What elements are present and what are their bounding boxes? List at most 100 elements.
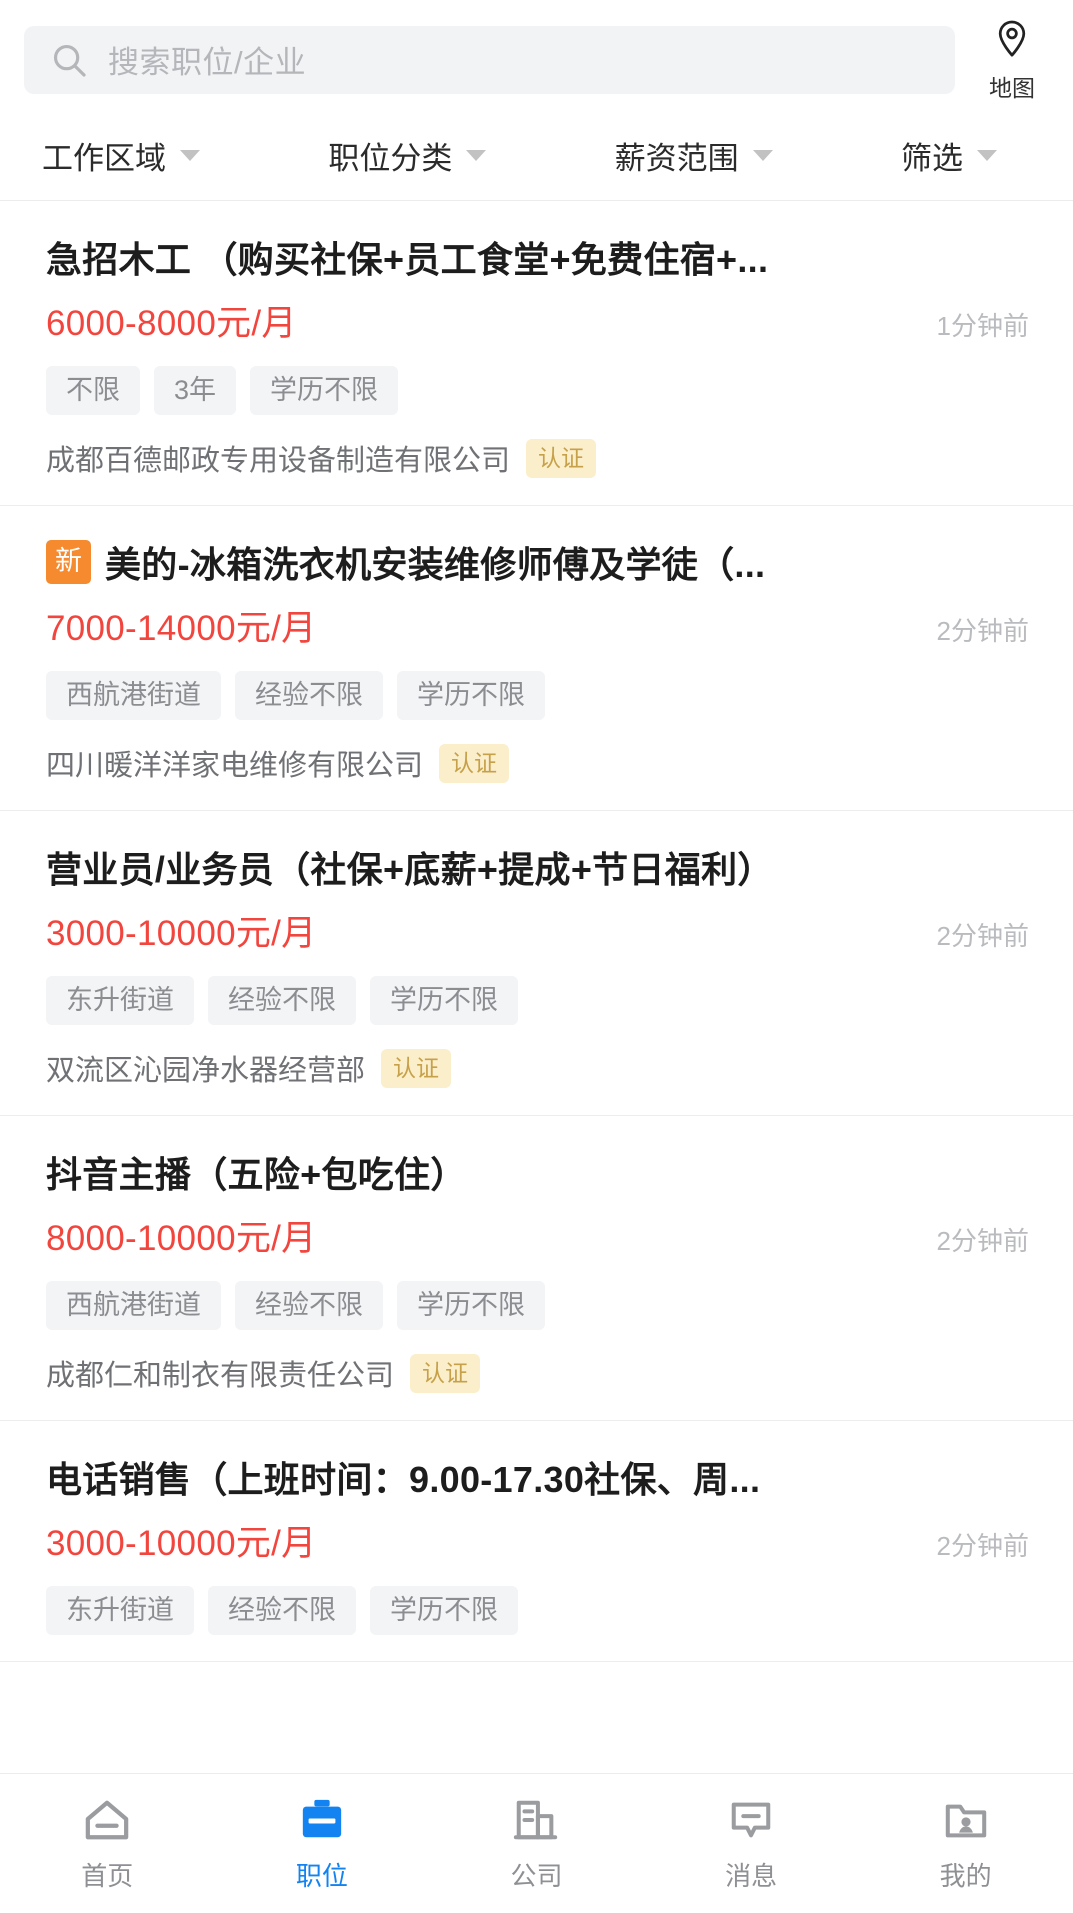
- company-row[interactable]: 双流区沁园净水器经营部 认证: [46, 1047, 1029, 1089]
- company-name: 成都仁和制衣有限责任公司: [46, 1360, 395, 1392]
- job-tag: 经验不限: [235, 671, 383, 720]
- job-title-row: 急招木工 （购买社保+员工食堂+免费住宿+...: [46, 231, 1029, 283]
- nav-label: 职位: [295, 1861, 348, 1891]
- nav-label: 公司: [510, 1861, 563, 1891]
- job-tags: 东升街道 经验不限 学历不限: [46, 976, 1029, 1025]
- nav-item-jobs[interactable]: 职位: [215, 1794, 430, 1893]
- job-title-row: 新 美的-冰箱洗衣机安装维修师傅及学徒（...: [46, 536, 1029, 588]
- map-pin-icon: [992, 18, 1032, 65]
- job-tag: 学历不限: [250, 366, 399, 415]
- filter-work-area[interactable]: 工作区域: [42, 133, 328, 178]
- company-name: 双流区沁园净水器经营部: [46, 1055, 366, 1087]
- company-row[interactable]: 成都百德邮政专用设备制造有限公司 认证: [46, 437, 1029, 479]
- job-tag: 学历不限: [370, 1586, 518, 1635]
- job-card[interactable]: 电话销售（上班时间：9.00-17.30社保、周... 3000-10000元/…: [0, 1421, 1073, 1662]
- chevron-down-icon: [180, 150, 200, 161]
- job-tag: 学历不限: [370, 976, 518, 1025]
- job-card[interactable]: 营业员/业务员（社保+底薪+提成+节日福利） 3000-10000元/月 2分钟…: [0, 811, 1073, 1116]
- job-tags: 不限 3年 学历不限: [46, 366, 1029, 415]
- job-posted-time: 1分钟前: [936, 311, 1029, 341]
- filter-bar: 工作区域 职位分类 薪资范围 筛选: [0, 117, 1073, 201]
- new-badge: 新: [46, 540, 91, 584]
- filter-label: 薪资范围: [614, 141, 739, 176]
- map-button-label: 地图: [989, 75, 1035, 101]
- job-tag: 经验不限: [208, 976, 356, 1025]
- job-salary: 3000-10000元/月: [46, 1524, 317, 1563]
- search-icon: [50, 41, 88, 79]
- nav-label: 消息: [725, 1861, 778, 1891]
- job-title-row: 电话销售（上班时间：9.00-17.30社保、周...: [46, 1451, 1029, 1503]
- filter-job-category[interactable]: 职位分类: [328, 133, 614, 178]
- job-tag: 经验不限: [235, 1281, 383, 1330]
- profile-card-icon: [941, 1794, 991, 1846]
- chevron-down-icon: [466, 150, 487, 161]
- filter-more[interactable]: 筛选: [901, 133, 1043, 178]
- briefcase-icon: [297, 1794, 347, 1846]
- job-tag: 东升街道: [46, 976, 194, 1025]
- job-tags: 东升街道 经验不限 学历不限: [46, 1586, 1029, 1635]
- building-icon: [511, 1794, 561, 1846]
- company-name: 成都百德邮政专用设备制造有限公司: [46, 445, 511, 477]
- job-posted-time: 2分钟前: [936, 1531, 1029, 1561]
- job-card[interactable]: 抖音主播（五险+包吃住） 8000-10000元/月 2分钟前 西航港街道 经验…: [0, 1116, 1073, 1421]
- certified-badge: 认证: [410, 1353, 481, 1393]
- job-card[interactable]: 急招木工 （购买社保+员工食堂+免费住宿+... 6000-8000元/月 1分…: [0, 201, 1073, 506]
- chevron-down-icon: [752, 150, 773, 161]
- certified-badge: 认证: [526, 438, 597, 478]
- job-tags: 西航港街道 经验不限 学历不限: [46, 671, 1029, 720]
- chevron-down-icon: [976, 150, 997, 161]
- salary-row: 3000-10000元/月 2分钟前: [46, 1515, 1029, 1566]
- chat-bubble-icon: [726, 1794, 776, 1846]
- job-title: 急招木工 （购买社保+员工食堂+免费住宿+...: [46, 239, 769, 280]
- salary-row: 6000-8000元/月 1分钟前: [46, 295, 1029, 346]
- job-tag: 东升街道: [46, 1586, 194, 1635]
- job-salary: 8000-10000元/月: [46, 1219, 317, 1258]
- job-salary: 3000-10000元/月: [46, 914, 317, 953]
- job-title-row: 营业员/业务员（社保+底薪+提成+节日福利）: [46, 841, 1029, 893]
- home-icon: [82, 1794, 132, 1846]
- job-tag: 学历不限: [397, 671, 545, 720]
- job-salary: 7000-14000元/月: [46, 609, 317, 648]
- salary-row: 7000-14000元/月 2分钟前: [46, 600, 1029, 651]
- job-title-row: 抖音主播（五险+包吃住）: [46, 1146, 1029, 1198]
- job-title: 美的-冰箱洗衣机安装维修师傅及学徒（...: [105, 544, 766, 585]
- company-row[interactable]: 四川暖洋洋家电维修有限公司 认证: [46, 742, 1029, 784]
- nav-label: 首页: [81, 1861, 134, 1891]
- certified-badge: 认证: [381, 1048, 452, 1088]
- job-tag: 不限: [46, 366, 140, 415]
- job-salary: 6000-8000元/月: [46, 304, 297, 343]
- job-tag: 3年: [154, 366, 237, 415]
- nav-item-profile[interactable]: 我的: [858, 1794, 1073, 1893]
- map-button[interactable]: 地图: [973, 16, 1051, 103]
- salary-row: 8000-10000元/月 2分钟前: [46, 1210, 1029, 1261]
- nav-item-company[interactable]: 公司: [429, 1794, 644, 1893]
- filter-salary-range[interactable]: 薪资范围: [615, 133, 901, 178]
- nav-item-messages[interactable]: 消息: [644, 1794, 859, 1893]
- job-posted-time: 2分钟前: [936, 1226, 1029, 1256]
- filter-label: 职位分类: [328, 141, 453, 176]
- nav-item-home[interactable]: 首页: [0, 1794, 215, 1893]
- salary-row: 3000-10000元/月 2分钟前: [46, 905, 1029, 956]
- search-placeholder: 搜索职位/企业: [108, 45, 307, 80]
- certified-badge: 认证: [439, 743, 510, 783]
- filter-label: 工作区域: [42, 141, 166, 176]
- search-header: 搜索职位/企业 地图: [0, 0, 1073, 117]
- job-tag: 西航港街道: [46, 1281, 221, 1330]
- company-row[interactable]: 成都仁和制衣有限责任公司 认证: [46, 1352, 1029, 1394]
- job-list: 急招木工 （购买社保+员工食堂+免费住宿+... 6000-8000元/月 1分…: [0, 201, 1073, 1662]
- job-title: 营业员/业务员（社保+底薪+提成+节日福利）: [46, 849, 774, 890]
- job-tags: 西航港街道 经验不限 学历不限: [46, 1281, 1029, 1330]
- job-card[interactable]: 新 美的-冰箱洗衣机安装维修师傅及学徒（... 7000-14000元/月 2分…: [0, 506, 1073, 811]
- company-name: 四川暖洋洋家电维修有限公司: [46, 750, 424, 782]
- bottom-nav: 首页 职位 公司 消息 我的: [0, 1773, 1073, 1913]
- job-tag: 西航港街道: [46, 671, 221, 720]
- nav-label: 我的: [939, 1861, 992, 1891]
- job-title: 电话销售（上班时间：9.00-17.30社保、周...: [46, 1459, 761, 1500]
- job-title: 抖音主播（五险+包吃住）: [46, 1154, 467, 1195]
- filter-label: 筛选: [900, 141, 963, 176]
- job-tag: 学历不限: [397, 1281, 545, 1330]
- job-posted-time: 2分钟前: [936, 921, 1029, 951]
- job-posted-time: 2分钟前: [936, 616, 1029, 646]
- search-input[interactable]: 搜索职位/企业: [24, 25, 955, 94]
- job-tag: 经验不限: [208, 1586, 356, 1635]
